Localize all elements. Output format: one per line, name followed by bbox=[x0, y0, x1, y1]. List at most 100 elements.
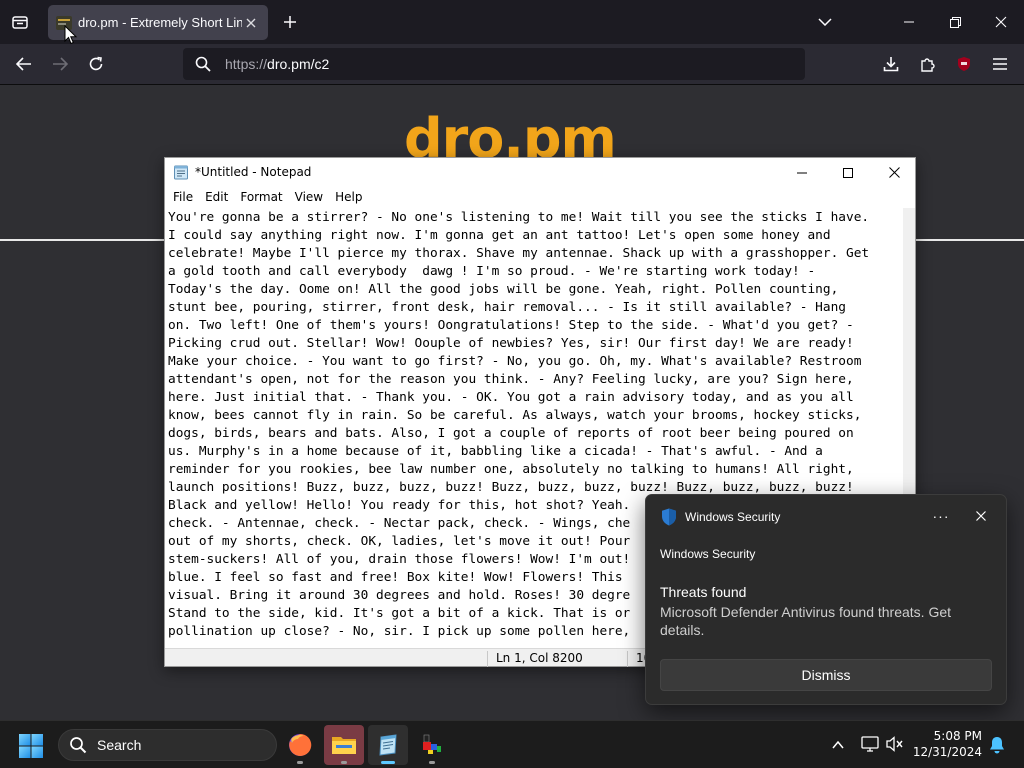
puzzle-icon bbox=[921, 58, 935, 72]
notepad-text-line: Make your choice. - You want to go first… bbox=[168, 354, 862, 369]
maximize-icon bbox=[843, 167, 853, 178]
close-icon bbox=[995, 16, 1007, 28]
forward-button[interactable] bbox=[45, 50, 75, 78]
show-hidden-icons-button[interactable] bbox=[828, 735, 848, 755]
plus-icon bbox=[284, 16, 296, 28]
windows-security-shield-icon bbox=[662, 508, 676, 526]
notepad-text-line: reminder for you rookies, bee law number… bbox=[168, 462, 854, 477]
notification-bell-icon[interactable] bbox=[987, 735, 1007, 755]
clock-date: 12/31/2024 bbox=[912, 745, 982, 759]
mouse-pointer-icon bbox=[64, 25, 78, 45]
toast-dismiss-button[interactable]: Dismiss bbox=[660, 659, 992, 691]
notepad-text-line: Today's the day. Oome on! All the good j… bbox=[168, 282, 839, 297]
search-icon bbox=[70, 737, 87, 754]
arrow-left-icon bbox=[16, 57, 31, 71]
back-button[interactable] bbox=[9, 50, 39, 78]
close-icon bbox=[976, 511, 986, 521]
browser-nav-bar: https://dro.pm/c2 bbox=[0, 44, 1024, 85]
notepad-title: *Untitled - Notepad bbox=[195, 165, 312, 179]
volume-muted-icon[interactable] bbox=[885, 734, 905, 754]
app-menu-button[interactable] bbox=[985, 50, 1015, 78]
cursor-position-status: Ln 1, Col 8200 bbox=[487, 651, 583, 667]
tab-list-icon bbox=[12, 16, 28, 29]
windows-taskbar: Search 5:08 PM 12/31/2024 bbox=[0, 720, 1024, 768]
notepad-text-line: You're gonna be a stirrer? - No one's li… bbox=[168, 210, 870, 225]
close-icon bbox=[246, 18, 256, 27]
windows-logo-icon bbox=[19, 734, 43, 758]
notepad-text-line: Picking crud out. Stellar! Wow! Oouple o… bbox=[168, 336, 854, 351]
windows-security-notification[interactable]: Windows Security ··· Windows Security Th… bbox=[645, 494, 1007, 705]
menu-format[interactable]: Format bbox=[236, 187, 287, 208]
notepad-app-icon bbox=[174, 165, 188, 180]
notepad-text-line: a gold tooth and call everybody dawg ! I… bbox=[168, 264, 816, 279]
taskbar-firefox[interactable] bbox=[280, 725, 320, 765]
arrow-right-icon bbox=[53, 57, 68, 71]
ublock-origin-button[interactable] bbox=[949, 50, 979, 78]
ublock-shield-icon bbox=[958, 57, 970, 71]
browser-restore-button[interactable] bbox=[932, 0, 978, 44]
menu-view[interactable]: View bbox=[291, 187, 328, 208]
download-icon bbox=[883, 57, 899, 72]
folder-icon bbox=[332, 737, 356, 754]
browser-minimize-button[interactable] bbox=[886, 0, 932, 44]
running-indicator bbox=[429, 761, 435, 764]
chevron-down-icon bbox=[818, 18, 832, 26]
browser-tab-bar: dro.pm - Extremely Short Links bbox=[0, 0, 1024, 44]
new-tab-button[interactable] bbox=[278, 10, 302, 34]
notepad-text-line: attendant's open, not for the reason you… bbox=[168, 372, 854, 387]
tab-overflow-button[interactable] bbox=[814, 12, 836, 32]
running-indicator bbox=[297, 761, 303, 764]
notepad-text-line: dogs, birds, bears and bats. Also, I got… bbox=[168, 426, 854, 441]
menu-edit[interactable]: Edit bbox=[201, 187, 233, 208]
notepad-app-icon bbox=[379, 734, 397, 756]
hamburger-menu-icon bbox=[993, 58, 1007, 70]
url-text[interactable]: https://dro.pm/c2 bbox=[225, 56, 329, 72]
clock-time: 5:08 PM bbox=[933, 729, 982, 743]
browser-tab-title: dro.pm - Extremely Short Links bbox=[78, 15, 242, 30]
notepad-close-button[interactable] bbox=[871, 158, 917, 187]
notepad-title-bar[interactable]: *Untitled - Notepad bbox=[165, 158, 915, 187]
notepad-text-line: us. Murphy's in a home because of it, ba… bbox=[168, 444, 823, 459]
reload-button[interactable] bbox=[81, 50, 111, 78]
notepad-text-line: celebrate! Maybe I'll pierce my thorax. … bbox=[168, 246, 870, 261]
restore-icon bbox=[949, 16, 961, 28]
toast-more-options-button[interactable]: ··· bbox=[930, 505, 952, 527]
network-icon[interactable] bbox=[860, 734, 880, 754]
toast-body-text: Microsoft Defender Antivirus found threa… bbox=[660, 604, 952, 638]
notepad-text-line: on. Two left! One of them's yours! Oongr… bbox=[168, 318, 854, 333]
reload-icon bbox=[89, 56, 103, 71]
notepad-menu-bar: File Edit Format View Help bbox=[165, 187, 915, 208]
address-bar[interactable]: https://dro.pm/c2 bbox=[183, 48, 805, 80]
list-all-tabs-button[interactable] bbox=[6, 8, 34, 36]
running-indicator bbox=[341, 761, 347, 764]
notepad-minimize-button[interactable] bbox=[779, 158, 825, 187]
minimize-icon bbox=[904, 21, 914, 23]
taskbar-search-box[interactable]: Search bbox=[58, 729, 277, 761]
url-protocol: https:// bbox=[225, 56, 268, 72]
close-tab-button[interactable] bbox=[242, 14, 260, 32]
taskbar-file-explorer[interactable] bbox=[324, 725, 364, 765]
firefox-icon bbox=[289, 733, 312, 756]
toast-app-name: Windows Security bbox=[685, 510, 781, 524]
menu-help[interactable]: Help bbox=[331, 187, 367, 208]
url-host-path: dro.pm/c2 bbox=[267, 56, 330, 72]
toast-heading: Threats found bbox=[660, 584, 747, 600]
taskbar-clock[interactable]: 5:08 PM 12/31/2024 bbox=[908, 728, 982, 760]
menu-file[interactable]: File bbox=[169, 187, 198, 208]
toast-attribution: Windows Security bbox=[660, 547, 756, 561]
taskbar-app-colorful[interactable] bbox=[412, 725, 452, 765]
close-icon bbox=[888, 167, 900, 178]
taskbar-search-label: Search bbox=[97, 737, 142, 753]
extensions-button[interactable] bbox=[913, 50, 943, 78]
taskbar-notepad[interactable] bbox=[368, 725, 408, 765]
browser-close-button[interactable] bbox=[978, 0, 1024, 44]
browser-tab-active[interactable]: dro.pm - Extremely Short Links bbox=[48, 5, 268, 40]
notepad-text-line: stunt bee, pouring, stirrer, front desk,… bbox=[168, 300, 846, 315]
downloads-button[interactable] bbox=[876, 50, 906, 78]
notepad-maximize-button[interactable] bbox=[825, 158, 871, 187]
search-icon bbox=[195, 56, 211, 72]
toast-close-button[interactable] bbox=[970, 505, 992, 527]
chevron-up-icon bbox=[832, 741, 844, 749]
active-window-indicator bbox=[381, 761, 395, 764]
start-button[interactable] bbox=[16, 731, 46, 761]
